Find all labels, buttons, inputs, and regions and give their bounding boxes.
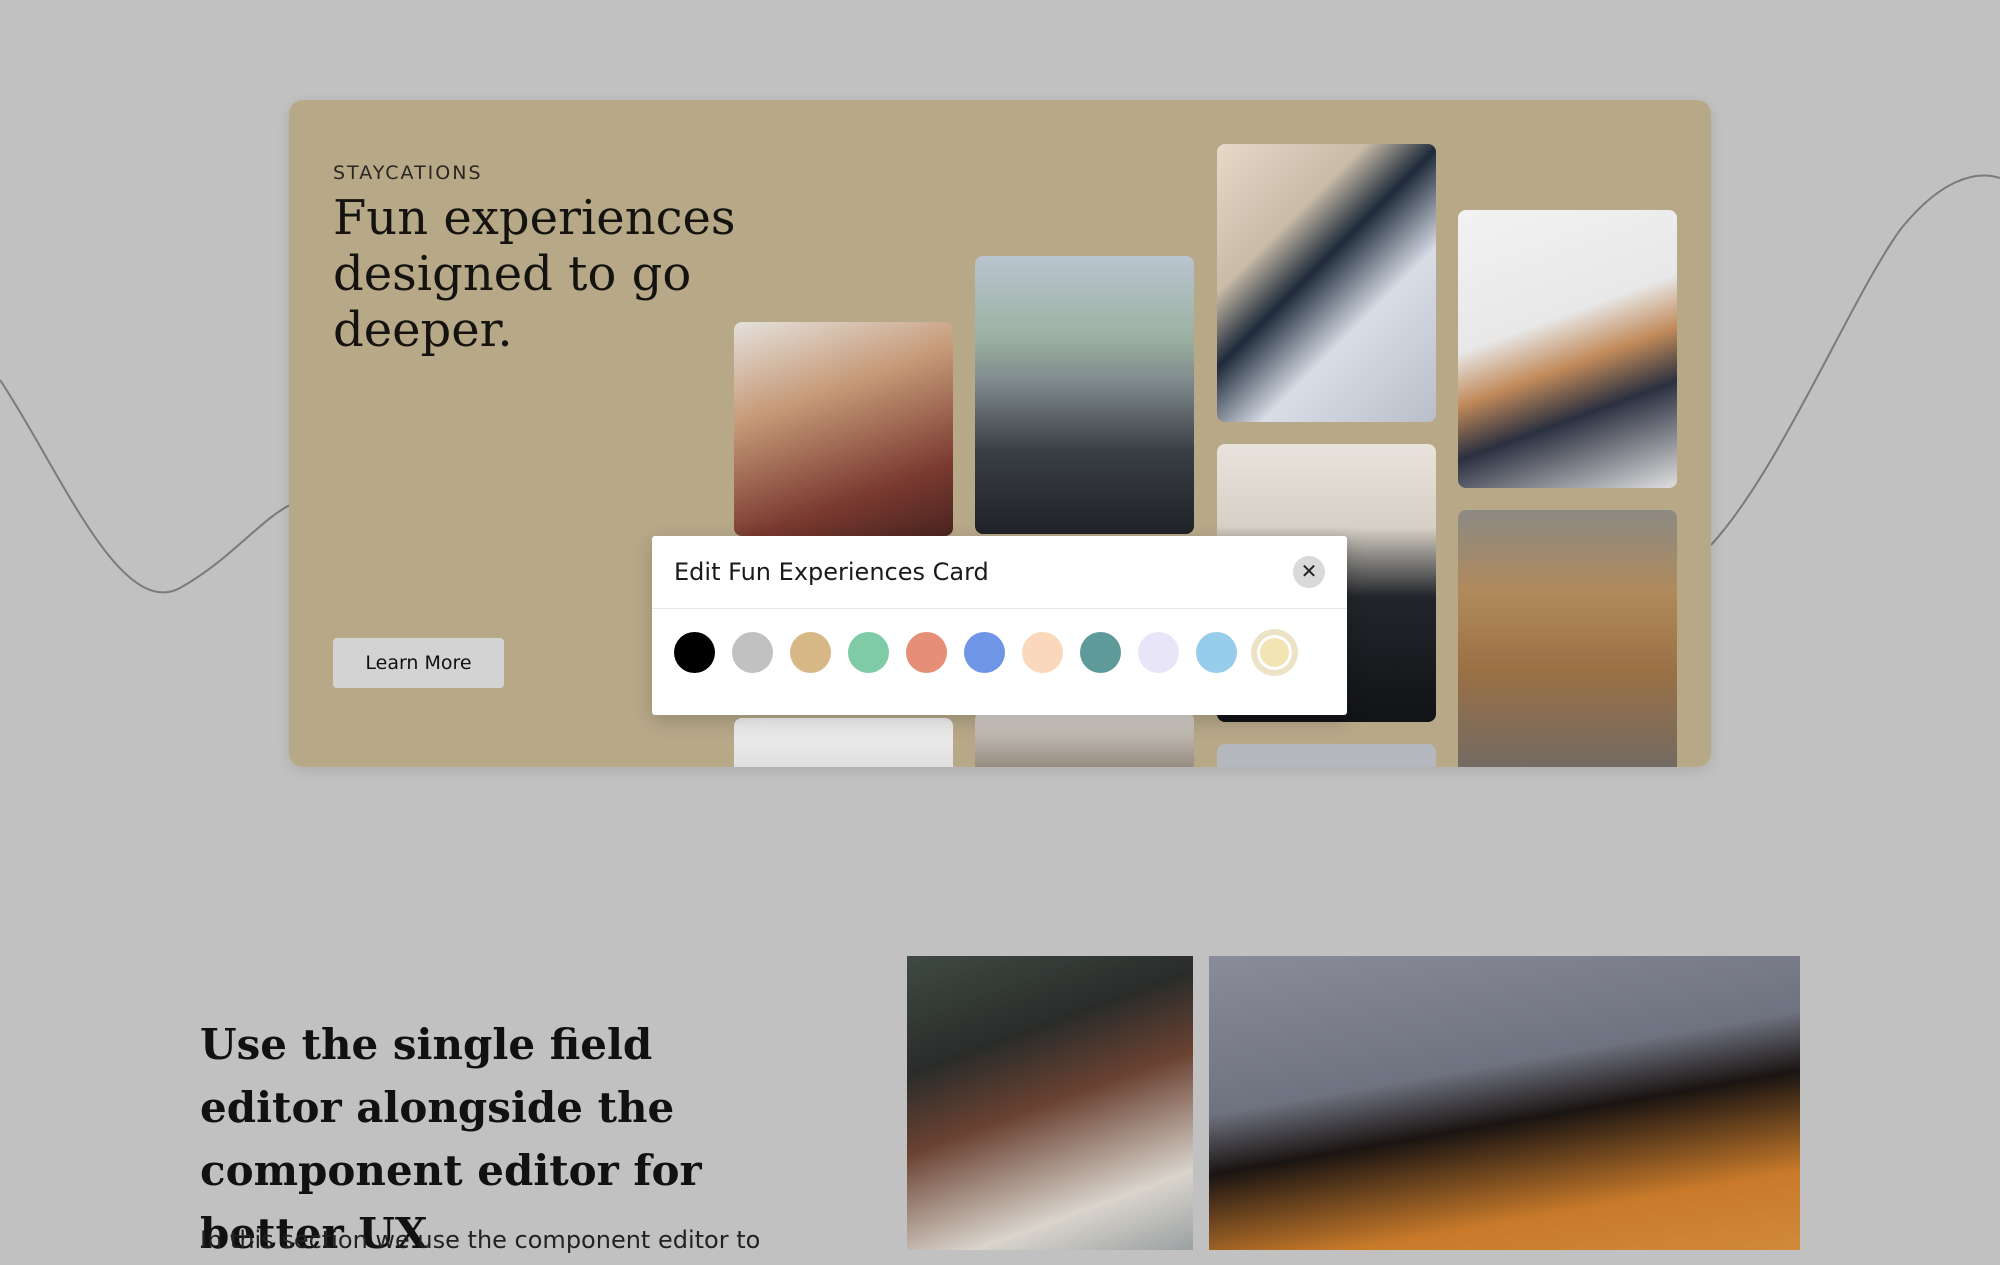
color-swatch[interactable] <box>1138 632 1179 673</box>
photo-coffee-mug <box>1458 210 1677 488</box>
color-swatch[interactable] <box>1196 632 1237 673</box>
modal-title: Edit Fun Experiences Card <box>674 558 989 586</box>
photo-man-phone-beach <box>975 256 1194 534</box>
color-swatch[interactable] <box>906 632 947 673</box>
photo-grey-placeholder <box>1217 744 1436 767</box>
color-swatch[interactable] <box>964 632 1005 673</box>
color-swatch[interactable] <box>732 632 773 673</box>
photo-bride-car <box>907 956 1193 1250</box>
modal-header: Edit Fun Experiences Card ✕ <box>652 536 1347 609</box>
photo-woman-orange-jacket <box>1209 956 1800 1250</box>
card-eyebrow: STAYCATIONS <box>333 162 483 184</box>
photo-office-people <box>975 712 1194 767</box>
edit-card-modal: Edit Fun Experiences Card ✕ <box>652 536 1347 715</box>
photo-desk-glasses <box>734 718 953 767</box>
color-swatch[interactable] <box>848 632 889 673</box>
color-swatch[interactable] <box>1022 632 1063 673</box>
learn-more-button[interactable]: Learn More <box>333 638 504 688</box>
photo-smartphone-news <box>1217 144 1436 422</box>
close-icon: ✕ <box>1300 561 1318 583</box>
color-swatch-list <box>674 632 1295 673</box>
color-swatch[interactable] <box>790 632 831 673</box>
close-button[interactable]: ✕ <box>1293 556 1325 588</box>
photo-woman-reading <box>734 322 953 536</box>
card-headline: Fun experiences designed to go deeper. <box>333 190 736 358</box>
photo-woman-dress <box>1458 510 1677 767</box>
color-swatch[interactable] <box>674 632 715 673</box>
color-swatch[interactable] <box>1080 632 1121 673</box>
color-swatch[interactable] <box>1254 632 1295 673</box>
